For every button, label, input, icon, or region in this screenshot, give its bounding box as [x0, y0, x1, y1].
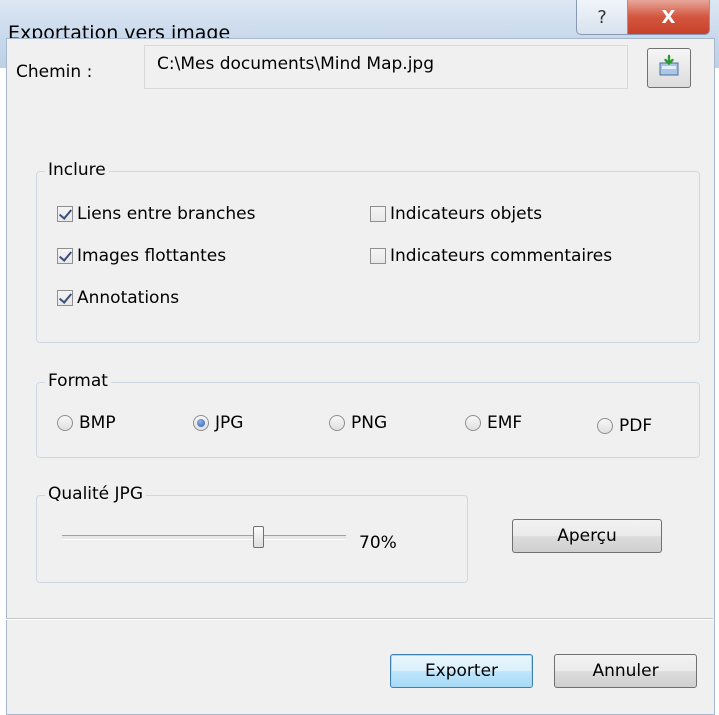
quality-value: 70%: [359, 533, 397, 553]
checkbox-label: Indicateurs commentaires: [390, 246, 613, 266]
radio-png[interactable]: PNG: [329, 413, 387, 433]
footer-separator: [6, 618, 713, 620]
radio-bmp[interactable]: BMP: [57, 413, 116, 433]
radio-circle[interactable]: [597, 418, 613, 434]
radio-label: PNG: [351, 413, 388, 433]
radio-label: PDF: [619, 416, 653, 436]
close-icon: X: [661, 6, 676, 28]
radio-label: BMP: [79, 413, 116, 433]
path-field[interactable]: C:\Mes documents\Mind Map.jpg: [144, 45, 628, 89]
close-button[interactable]: X: [627, 0, 710, 35]
radio-label: EMF: [487, 413, 523, 433]
checkbox-images-flottantes[interactable]: Images flottantes: [57, 246, 226, 266]
checkbox-liens-entre-branches[interactable]: Liens entre branches: [57, 204, 255, 224]
export-button-label: Exporter: [424, 661, 499, 681]
radio-emf[interactable]: EMF: [465, 413, 522, 433]
checkbox-label: Annotations: [77, 288, 180, 308]
checkbox-indicateurs-objets[interactable]: Indicateurs objets: [370, 204, 542, 224]
checkbox-box[interactable]: [370, 206, 386, 222]
checkbox-label: Indicateurs objets: [390, 204, 543, 224]
checkbox-box[interactable]: [57, 206, 73, 222]
path-label: Chemin :: [16, 62, 93, 82]
checkbox-label: Images flottantes: [77, 246, 227, 266]
browse-button[interactable]: [647, 48, 691, 88]
radio-circle[interactable]: [57, 415, 73, 431]
radio-circle[interactable]: [465, 415, 481, 431]
quality-slider-thumb[interactable]: [253, 526, 264, 548]
save-folder-icon: [657, 54, 681, 83]
path-value: C:\Mes documents\Mind Map.jpg: [157, 54, 435, 74]
checkbox-box[interactable]: [370, 248, 386, 264]
radio-jpg[interactable]: JPG: [193, 413, 243, 433]
quality-slider-track[interactable]: [62, 535, 346, 540]
checkbox-annotations[interactable]: Annotations: [57, 288, 179, 308]
radio-circle[interactable]: [329, 415, 345, 431]
help-button[interactable]: ?: [576, 0, 628, 35]
checkbox-box[interactable]: [57, 248, 73, 264]
checkbox-label: Liens entre branches: [77, 204, 256, 224]
cancel-button[interactable]: Annuler: [554, 654, 697, 688]
help-icon: ?: [597, 6, 607, 28]
preview-button-label: Aperçu: [557, 526, 617, 546]
export-button[interactable]: Exporter: [390, 654, 533, 688]
cancel-button-label: Annuler: [592, 661, 659, 681]
format-group-label: Format: [45, 371, 111, 391]
radio-pdf[interactable]: PDF: [597, 416, 652, 436]
radio-circle[interactable]: [193, 415, 209, 431]
quality-group-label: Qualité JPG: [45, 484, 146, 504]
dialog-body: [6, 38, 715, 715]
preview-button[interactable]: Aperçu: [512, 519, 662, 553]
checkbox-indicateurs-commentaires[interactable]: Indicateurs commentaires: [370, 246, 612, 266]
radio-label: JPG: [215, 413, 244, 433]
include-group-label: Inclure: [45, 160, 109, 180]
checkbox-box[interactable]: [57, 290, 73, 306]
